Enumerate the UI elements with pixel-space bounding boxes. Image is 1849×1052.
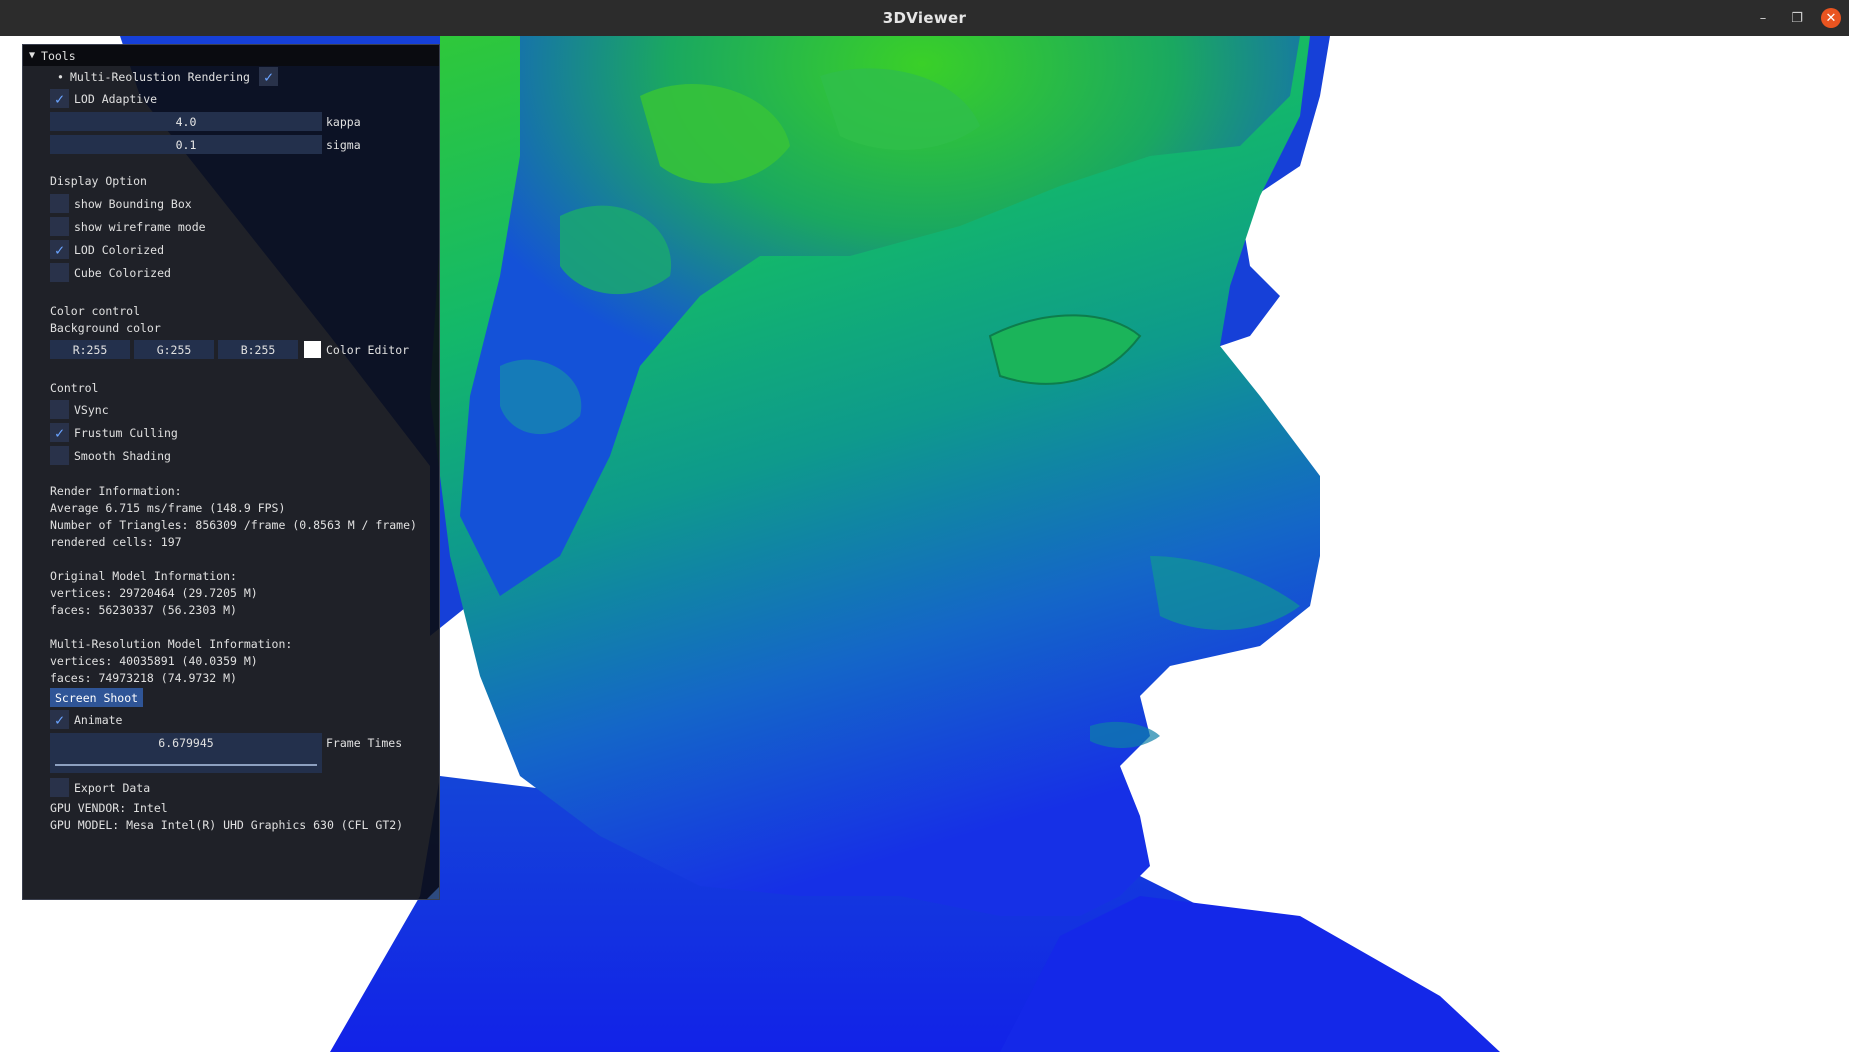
render-triangles: Number of Triangles: 856309 /frame (0.85… — [50, 518, 417, 532]
animate-checkbox[interactable]: ✓ — [50, 710, 69, 729]
original-vertices: vertices: 29720464 (29.7205 M) — [50, 586, 258, 600]
bg-color-swatch[interactable] — [304, 341, 321, 358]
multires-faces: faces: 74973218 (74.9732 M) — [50, 671, 237, 685]
cube-colorized-row: Cube Colorized — [50, 263, 171, 282]
export-data-label: Export Data — [74, 780, 151, 795]
triangle-down-icon[interactable]: ▼ — [29, 50, 35, 61]
multires-vertices: vertices: 40035891 (40.0359 M) — [50, 654, 258, 668]
checkmark-icon: ✓ — [54, 710, 65, 729]
show-wireframe-checkbox[interactable] — [50, 217, 69, 236]
frame-times-line — [55, 764, 317, 766]
close-icon[interactable]: ✕ — [1821, 8, 1841, 28]
render-cells: rendered cells: 197 — [50, 535, 182, 549]
lod-adaptive-row: ✓ LOD Adaptive — [50, 89, 157, 108]
kappa-slider[interactable]: 4.0 — [50, 112, 322, 131]
resize-grip-icon[interactable] — [427, 887, 439, 899]
show-bbox-label: show Bounding Box — [74, 196, 192, 211]
tools-panel[interactable]: ▼ Tools • Multi-Reolustion Rendering ✓ ✓… — [22, 44, 440, 900]
frame-times-label: Frame Times — [326, 736, 403, 750]
gpu-model: GPU MODEL: Mesa Intel(R) UHD Graphics 63… — [50, 818, 404, 832]
bg-blue-field[interactable]: B:255 — [218, 340, 298, 359]
bg-blue-value: B:255 — [240, 342, 276, 357]
animate-row: ✓ Animate — [50, 710, 122, 729]
original-faces: faces: 56230337 (56.2303 M) — [50, 603, 237, 617]
bg-green-field[interactable]: G:255 — [134, 340, 214, 359]
checkmark-icon: ✓ — [54, 240, 65, 259]
lod-colorized-checkbox[interactable]: ✓ — [50, 240, 69, 259]
multi-res-checkbox[interactable]: ✓ — [258, 67, 278, 86]
export-data-checkbox[interactable] — [50, 778, 69, 797]
animate-label: Animate — [74, 712, 123, 727]
sigma-value: 0.1 — [175, 137, 197, 152]
checkmark-icon: ✓ — [263, 67, 273, 86]
multires-model-heading: Multi-Resolution Model Information: — [50, 637, 293, 651]
vsync-checkbox[interactable] — [50, 400, 69, 419]
lod-adaptive-checkbox[interactable]: ✓ — [50, 89, 69, 108]
bg-red-field[interactable]: R:255 — [50, 340, 130, 359]
color-editor-label: Color Editor — [326, 343, 410, 357]
tools-panel-title: Tools — [41, 48, 76, 63]
show-bbox-row: show Bounding Box — [50, 194, 192, 213]
kappa-label: kappa — [326, 115, 361, 129]
export-data-row: Export Data — [50, 778, 150, 797]
frustum-culling-label: Frustum Culling — [74, 425, 178, 440]
lod-colorized-label: LOD Colorized — [74, 242, 165, 257]
render-info-heading: Render Information: — [50, 484, 182, 498]
sigma-label: sigma — [326, 138, 361, 152]
sigma-slider[interactable]: 0.1 — [50, 135, 322, 154]
frustum-culling-row: ✓ Frustum Culling — [50, 423, 178, 442]
screen-shoot-button[interactable]: Screen Shoot — [50, 688, 144, 707]
frustum-culling-checkbox[interactable]: ✓ — [50, 423, 69, 442]
gpu-vendor: GPU VENDOR: Intel — [50, 801, 168, 815]
cube-colorized-label: Cube Colorized — [74, 265, 171, 280]
frame-times-plot[interactable]: 6.679945 — [50, 733, 322, 773]
cube-colorized-checkbox[interactable] — [50, 263, 69, 282]
multi-res-row: • Multi-Reolustion Rendering ✓ — [57, 67, 283, 86]
checkmark-icon: ✓ — [54, 89, 65, 108]
color-control-heading: Color control — [50, 304, 141, 318]
bullet-icon: • — [57, 69, 64, 84]
show-bbox-checkbox[interactable] — [50, 194, 69, 213]
lod-adaptive-label: LOD Adaptive — [74, 91, 158, 106]
render-average: Average 6.715 ms/frame (148.9 FPS) — [50, 501, 286, 515]
minimize-icon[interactable]: – — [1753, 8, 1773, 28]
original-model-heading: Original Model Information: — [50, 569, 237, 583]
window-title: 3DViewer — [882, 9, 967, 27]
show-wireframe-row: show wireframe mode — [50, 217, 206, 236]
tools-panel-header[interactable]: ▼ Tools — [23, 45, 439, 66]
kappa-value: 4.0 — [175, 114, 197, 129]
smooth-shading-row: Smooth Shading — [50, 446, 171, 465]
control-heading: Control — [50, 381, 99, 395]
smooth-shading-label: Smooth Shading — [74, 448, 171, 463]
lod-colorized-row: ✓ LOD Colorized — [50, 240, 164, 259]
show-wireframe-label: show wireframe mode — [74, 219, 206, 234]
window-titlebar[interactable]: 3DViewer – ❐ ✕ — [0, 0, 1849, 36]
vsync-label: VSync — [74, 402, 109, 417]
maximize-icon[interactable]: ❐ — [1787, 8, 1807, 28]
smooth-shading-checkbox[interactable] — [50, 446, 69, 465]
multi-res-label: Multi-Reolustion Rendering — [69, 69, 250, 84]
bg-red-value: R:255 — [72, 342, 108, 357]
display-option-heading: Display Option — [50, 174, 147, 188]
frame-times-value: 6.679945 — [158, 736, 214, 750]
vsync-row: VSync — [50, 400, 109, 419]
checkmark-icon: ✓ — [54, 423, 65, 442]
bg-green-value: G:255 — [156, 342, 192, 357]
background-color-label: Background color — [50, 321, 161, 335]
